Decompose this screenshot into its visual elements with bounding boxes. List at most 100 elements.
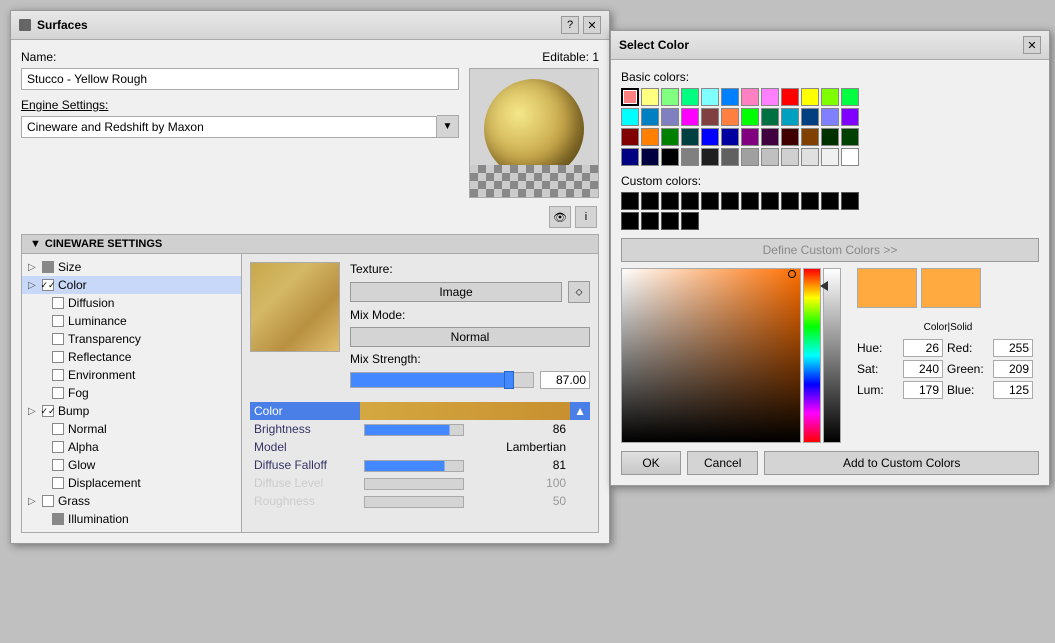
alpha-checkbox[interactable] [52, 441, 64, 453]
bump-checkbox[interactable]: ✓ [42, 405, 54, 417]
basic-color-5[interactable] [721, 88, 739, 106]
basic-color-4[interactable] [701, 88, 719, 106]
transparency-checkbox[interactable] [52, 333, 64, 345]
tree-item-displacement[interactable]: Displacement [22, 474, 241, 492]
fog-checkbox[interactable] [52, 387, 64, 399]
tree-item-glow[interactable]: Glow [22, 456, 241, 474]
basic-color-3[interactable] [681, 88, 699, 106]
custom-color-8[interactable] [781, 192, 799, 210]
tree-item-fog[interactable]: Fog [22, 384, 241, 402]
engine-select-arrow[interactable]: ▼ [437, 115, 459, 138]
basic-color-18[interactable] [741, 108, 759, 126]
blue-input[interactable] [993, 381, 1033, 399]
mix-strength-value[interactable] [540, 371, 590, 389]
name-input[interactable] [21, 68, 459, 90]
basic-color-38[interactable] [661, 148, 679, 166]
hue-slider[interactable] [803, 268, 821, 443]
engine-link[interactable]: Engine Settings: [21, 98, 108, 112]
basic-color-17[interactable] [721, 108, 739, 126]
basic-color-14[interactable] [661, 108, 679, 126]
color-collapse-btn[interactable]: ▲ [570, 402, 590, 420]
brightness-slider-cell[interactable] [360, 420, 527, 438]
basic-color-25[interactable] [641, 128, 659, 146]
tree-item-reflectance[interactable]: Reflectance [22, 348, 241, 366]
texture-options-btn[interactable]: ⬦ [568, 281, 590, 303]
color-picker-close-btn[interactable]: ✕ [1023, 36, 1041, 54]
tree-item-alpha[interactable]: Alpha [22, 438, 241, 456]
slider-track[interactable] [350, 372, 534, 388]
basic-color-39[interactable] [681, 148, 699, 166]
basic-color-8[interactable] [781, 88, 799, 106]
basic-color-23[interactable] [841, 108, 859, 126]
lum-input[interactable] [903, 381, 943, 399]
basic-color-40[interactable] [701, 148, 719, 166]
basic-color-7[interactable] [761, 88, 779, 106]
custom-color-5[interactable] [721, 192, 739, 210]
add-to-custom-colors-btn[interactable]: Add to Custom Colors [764, 451, 1039, 475]
red-input[interactable] [993, 339, 1033, 357]
custom-color-9[interactable] [801, 192, 819, 210]
basic-color-31[interactable] [761, 128, 779, 146]
basic-color-46[interactable] [821, 148, 839, 166]
custom-color-14[interactable] [661, 212, 679, 230]
basic-color-32[interactable] [781, 128, 799, 146]
view-icon-btn[interactable]: 👁 [549, 206, 571, 228]
basic-color-20[interactable] [781, 108, 799, 126]
green-input[interactable] [993, 360, 1033, 378]
basic-color-41[interactable] [721, 148, 739, 166]
tree-item-color[interactable]: ▷ ✓ Color [22, 276, 241, 294]
basic-color-29[interactable] [721, 128, 739, 146]
tree-item-luminance[interactable]: Luminance [22, 312, 241, 330]
tree-item-grass[interactable]: ▷ Grass [22, 492, 241, 510]
tree-item-transparency[interactable]: Transparency [22, 330, 241, 348]
glow-checkbox[interactable] [52, 459, 64, 471]
custom-color-4[interactable] [701, 192, 719, 210]
custom-color-2[interactable] [661, 192, 679, 210]
basic-color-30[interactable] [741, 128, 759, 146]
basic-color-36[interactable] [621, 148, 639, 166]
tree-item-environment[interactable]: Environment [22, 366, 241, 384]
ok-btn[interactable]: OK [621, 451, 681, 475]
diffuse-falloff-slider-cell[interactable] [360, 456, 527, 474]
basic-color-16[interactable] [701, 108, 719, 126]
basic-color-10[interactable] [821, 88, 839, 106]
color-checkbox[interactable]: ✓ [42, 279, 54, 291]
basic-color-33[interactable] [801, 128, 819, 146]
brightness-slider-vert[interactable] [823, 268, 841, 443]
basic-color-15[interactable] [681, 108, 699, 126]
custom-color-11[interactable] [841, 192, 859, 210]
close-btn[interactable]: ✕ [583, 16, 601, 34]
basic-color-47[interactable] [841, 148, 859, 166]
custom-color-12[interactable] [621, 212, 639, 230]
luminance-checkbox[interactable] [52, 315, 64, 327]
basic-color-12[interactable] [621, 108, 639, 126]
basic-color-26[interactable] [661, 128, 679, 146]
basic-color-0[interactable] [621, 88, 639, 106]
custom-color-13[interactable] [641, 212, 659, 230]
engine-select[interactable]: Cineware and Redshift by Maxon [21, 116, 437, 138]
tree-item-illumination[interactable]: Illumination [22, 510, 241, 528]
tree-item-bump[interactable]: ▷ ✓ Bump [22, 402, 241, 420]
custom-color-3[interactable] [681, 192, 699, 210]
sat-input[interactable] [903, 360, 943, 378]
mix-mode-btn[interactable]: Normal [350, 327, 590, 347]
custom-color-1[interactable] [641, 192, 659, 210]
basic-color-6[interactable] [741, 88, 759, 106]
displacement-checkbox[interactable] [52, 477, 64, 489]
basic-color-9[interactable] [801, 88, 819, 106]
basic-color-19[interactable] [761, 108, 779, 126]
help-btn[interactable]: ? [561, 16, 579, 34]
cancel-btn[interactable]: Cancel [687, 451, 758, 475]
basic-color-2[interactable] [661, 88, 679, 106]
color-prop-swatch[interactable] [360, 402, 570, 420]
basic-color-27[interactable] [681, 128, 699, 146]
info-icon-btn[interactable]: i [575, 206, 597, 228]
environment-checkbox[interactable] [52, 369, 64, 381]
hue-input[interactable] [903, 339, 943, 357]
basic-color-28[interactable] [701, 128, 719, 146]
color-prop-row[interactable]: Color ▲ [250, 402, 590, 420]
reflectance-checkbox[interactable] [52, 351, 64, 363]
tree-item-diffusion[interactable]: Diffusion [22, 294, 241, 312]
basic-color-44[interactable] [781, 148, 799, 166]
diffusion-checkbox[interactable] [52, 297, 64, 309]
